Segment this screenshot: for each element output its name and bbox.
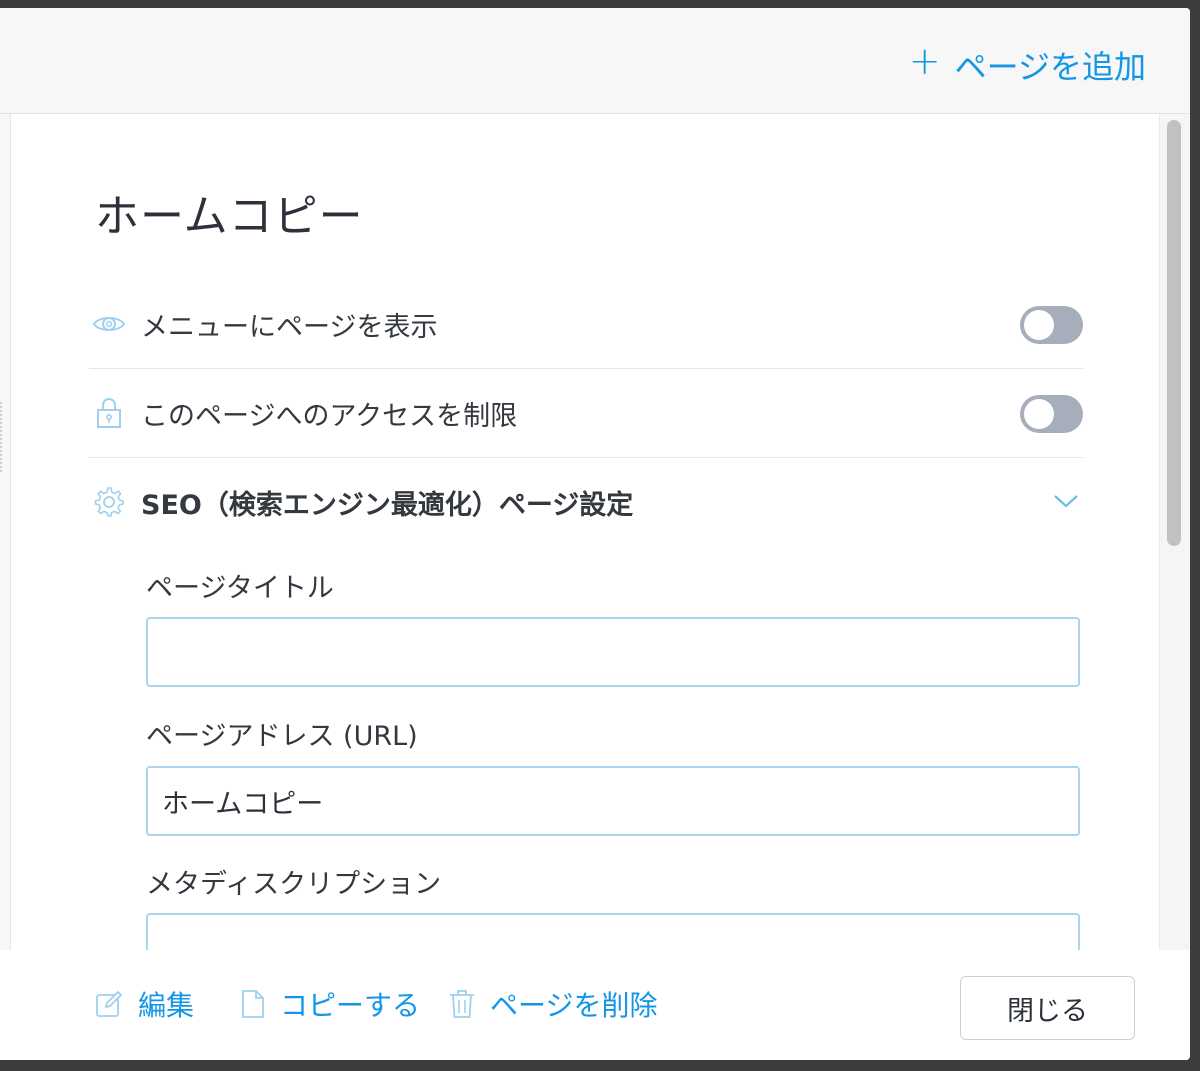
show-in-menu-row: メニューにページを表示: [89, 280, 1083, 369]
page-settings-dialog: + ページを追加 ホームコピー メニューにページを表示 このページへのアクセスを…: [0, 8, 1190, 1060]
eye-icon: [91, 306, 127, 342]
settings-scroll-area: ホームコピー メニューにページを表示 このページへのアクセスを制限 SEO（検索…: [11, 114, 1160, 950]
page-title-input[interactable]: [146, 617, 1080, 687]
toggle-knob: [1024, 310, 1054, 340]
seo-section-header[interactable]: SEO（検索エンジン最適化）ページ設定: [89, 458, 1083, 546]
restrict-access-row: このページへのアクセスを制限: [89, 369, 1083, 458]
delete-page-label: ページを削除: [490, 989, 658, 1022]
copy-icon: [242, 990, 264, 1018]
meta-description-field-label: メタディスクリプション: [146, 869, 442, 900]
plus-icon: +: [908, 39, 941, 83]
page-title: ホームコピー: [95, 191, 364, 242]
copy-button[interactable]: コピーする: [240, 984, 420, 1024]
left-resize-handle[interactable]: [0, 114, 11, 950]
lock-icon: [91, 395, 127, 431]
add-page-button[interactable]: + ページを追加: [909, 42, 1146, 88]
meta-description-input[interactable]: [146, 913, 1080, 950]
trash-icon: [450, 990, 474, 1018]
restrict-access-toggle[interactable]: [1020, 395, 1083, 433]
toggle-knob: [1024, 399, 1054, 429]
seo-section-label: SEO（検索エンジン最適化）ページ設定: [141, 489, 634, 521]
dialog-footer: 編集 コピーする ページを削除 閉じる: [0, 950, 1190, 1060]
delete-page-button[interactable]: ページを削除: [448, 984, 657, 1024]
vertical-scrollbar[interactable]: [1159, 114, 1190, 950]
restrict-access-label: このページへのアクセスを制限: [141, 400, 518, 432]
scrollbar-thumb[interactable]: [1167, 120, 1181, 546]
page-title-field-label: ページタイトル: [146, 573, 334, 604]
add-page-label: ページを追加: [954, 48, 1146, 86]
page-address-input[interactable]: [146, 766, 1080, 836]
close-button[interactable]: 閉じる: [960, 976, 1135, 1040]
edit-button[interactable]: 編集: [94, 984, 194, 1024]
chevron-down-icon[interactable]: [1051, 486, 1081, 516]
show-in-menu-toggle[interactable]: [1020, 306, 1083, 344]
gear-icon: [91, 484, 127, 520]
show-in-menu-label: メニューにページを表示: [141, 311, 438, 343]
copy-label: コピーする: [280, 989, 421, 1022]
edit-label: 編集: [138, 989, 195, 1022]
resize-grip: [0, 402, 5, 472]
page-address-field-label: ページアドレス (URL): [146, 721, 418, 752]
edit-icon: [96, 990, 123, 1017]
dialog-header: + ページを追加: [0, 8, 1190, 114]
